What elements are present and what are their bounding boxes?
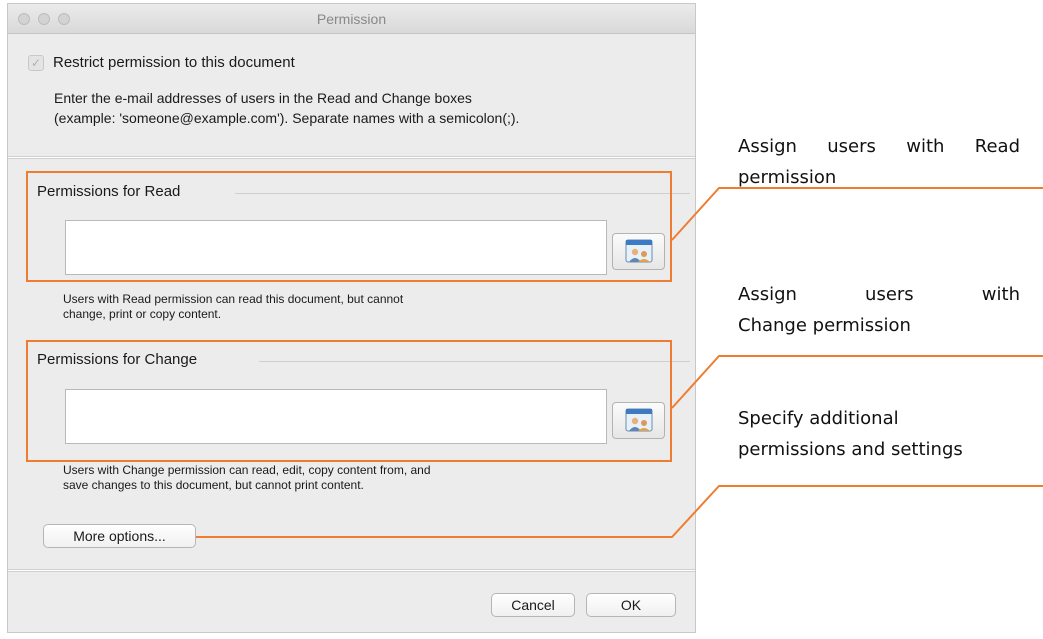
read-callout-line-1: Assign users with Read xyxy=(738,136,1020,157)
change-callout: Assign users with Change permission xyxy=(738,279,1020,341)
more-callout-line-2: permissions and settings xyxy=(738,439,963,460)
more-callout: Specify additional permissions and setti… xyxy=(738,403,1038,465)
change-callout-line-1: Assign users with xyxy=(738,284,1020,305)
read-callout-line-2: permission xyxy=(738,167,837,188)
more-callout-line-1: Specify additional xyxy=(738,408,899,429)
change-callout-line-2: Change permission xyxy=(738,315,911,336)
change-callout-line xyxy=(671,355,1043,409)
read-callout-line xyxy=(671,187,1043,241)
read-callout: Assign users with Read permission xyxy=(738,131,1020,193)
more-callout-line xyxy=(196,485,1043,538)
